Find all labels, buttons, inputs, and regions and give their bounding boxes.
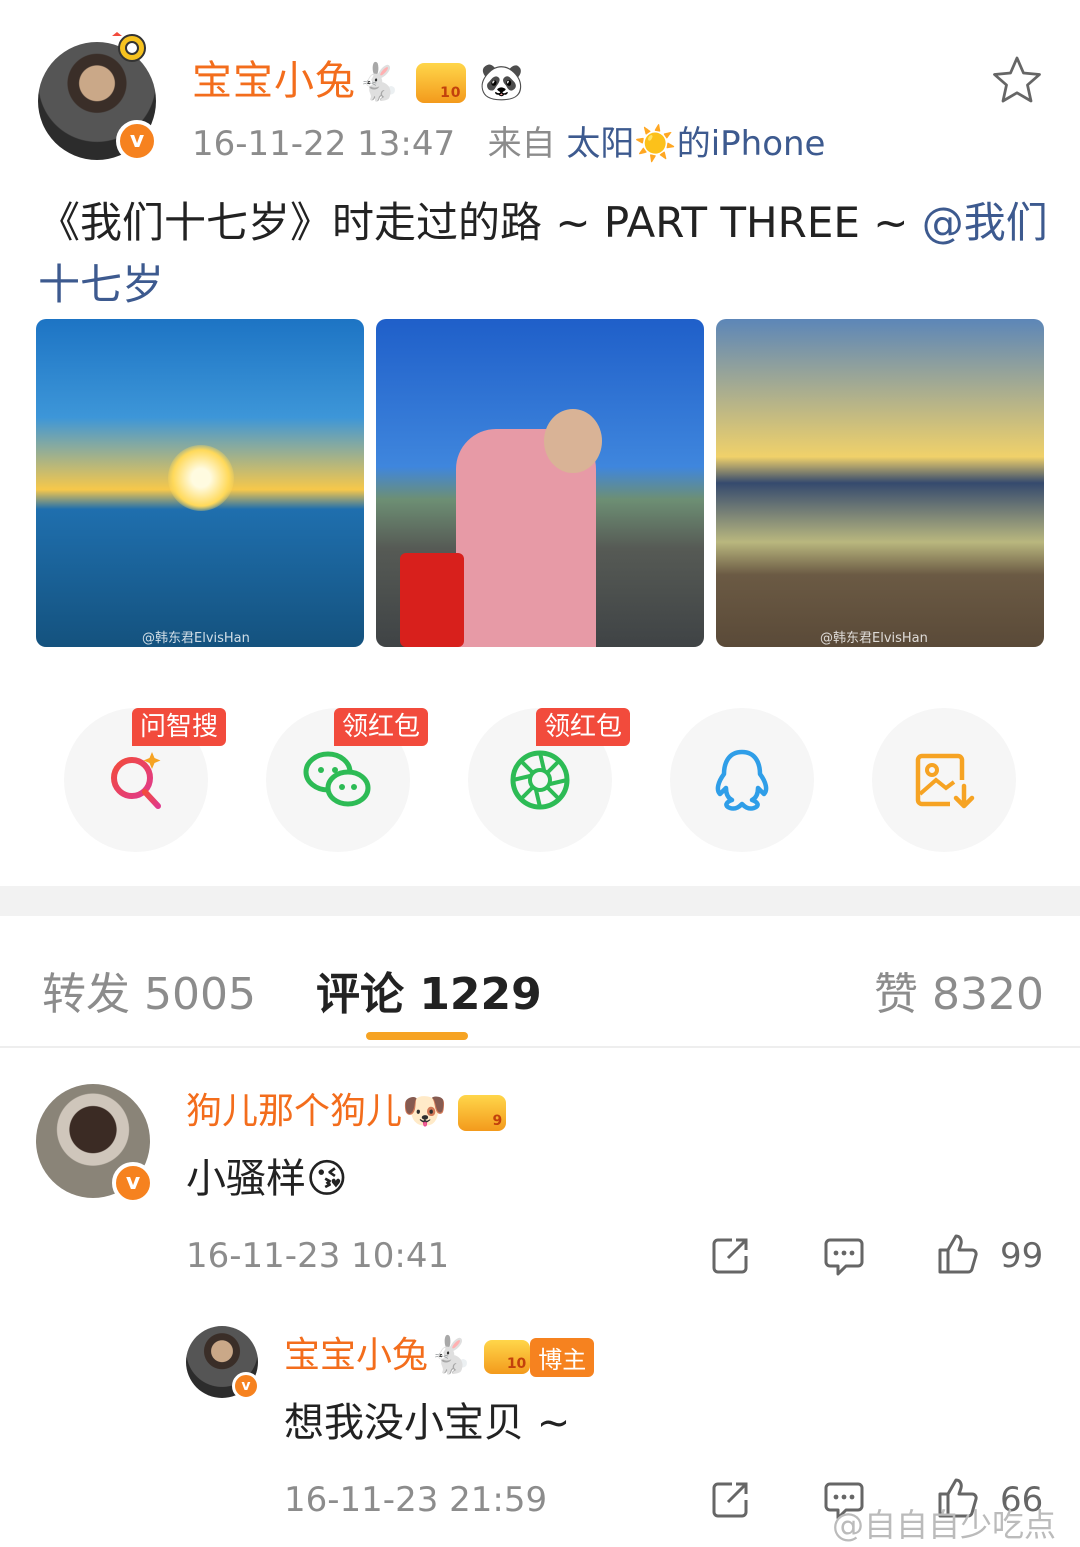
- save-image-button[interactable]: [872, 708, 1016, 852]
- share-tag: 领红包: [536, 708, 631, 746]
- post-timestamp: 16-11-22 13:47: [192, 124, 456, 164]
- moments-icon: [510, 750, 570, 810]
- image-watermark: @韩东君ElvisHan: [142, 631, 250, 646]
- active-tab-indicator: [366, 1032, 468, 1040]
- tabs-divider: [0, 1046, 1080, 1048]
- author-name-row[interactable]: 宝宝小兔🐇 10 🐼: [192, 48, 525, 106]
- tab-likes[interactable]: 赞 8320: [874, 958, 1044, 1022]
- reply-name-row[interactable]: 宝宝小兔🐇 10 博主: [284, 1326, 595, 1378]
- share-comment-icon[interactable]: [708, 1234, 752, 1278]
- reply-comment-icon[interactable]: [822, 1234, 866, 1278]
- vip-level-badge: 10: [484, 1340, 531, 1374]
- save-image-icon: [915, 753, 975, 809]
- rabbit-emoji: 🐇: [356, 62, 402, 103]
- rabbit-emoji: 🐇: [428, 1335, 473, 1376]
- share-comment-icon[interactable]: [708, 1478, 752, 1522]
- post-source[interactable]: 太阳☀️的iPhone: [566, 124, 825, 164]
- comment-text: 小骚样😘: [186, 1146, 348, 1204]
- qq-icon: [715, 749, 769, 811]
- post-meta: 16-11-22 13:47 来自 太阳☀️的iPhone: [192, 116, 825, 165]
- post-image-sunset[interactable]: @韩东君ElvisHan: [36, 319, 364, 647]
- reply-text: 想我没小宝贝 ~: [284, 1400, 571, 1446]
- tab-repost[interactable]: 转发 5005: [42, 958, 256, 1022]
- ai-search-icon: [111, 752, 161, 809]
- kiss-emoji: 😘: [306, 1156, 348, 1202]
- post-image-lake[interactable]: @韩东君ElvisHan: [716, 319, 1044, 647]
- camera-decoration-icon: [112, 32, 146, 62]
- person-head: [544, 409, 602, 473]
- post-body: 《我们十七岁》时走过的路 ~ PART THREE ~: [38, 198, 922, 247]
- favorite-star-icon[interactable]: [990, 54, 1044, 108]
- verified-badge: v: [232, 1372, 260, 1400]
- vip-level-badge: 10: [415, 63, 466, 103]
- dog-emoji: 🐶: [402, 1091, 447, 1132]
- weibo-watermark: @自自自少吃点: [832, 1506, 1057, 1544]
- commenter-name[interactable]: 狗儿那个狗儿: [186, 1091, 402, 1132]
- like-thumb-icon[interactable]: [936, 1232, 980, 1276]
- drink-can: [400, 553, 464, 647]
- commenter-name-row[interactable]: 狗儿那个狗儿🐶 9: [186, 1082, 507, 1134]
- tab-comments[interactable]: 评论 1229: [316, 958, 542, 1022]
- sun-graphic: [168, 445, 234, 511]
- source-prefix: 来自: [487, 124, 556, 164]
- comment-time: 16-11-23 10:41: [186, 1236, 450, 1276]
- like-count: 99: [1000, 1236, 1044, 1276]
- post-text: 《我们十七岁》时走过的路 ~ PART THREE ~ @我们十七岁: [38, 192, 1048, 316]
- share-tag: 问智搜: [132, 708, 227, 746]
- share-qq-button[interactable]: [670, 708, 814, 852]
- section-divider: [0, 886, 1080, 916]
- reply-author-name[interactable]: 宝宝小兔: [284, 1335, 428, 1376]
- author-name[interactable]: 宝宝小兔: [192, 58, 356, 104]
- blogger-tag: 博主: [530, 1337, 595, 1377]
- image-watermark: @韩东君ElvisHan: [820, 631, 928, 646]
- vip-level-badge: 9: [458, 1095, 507, 1131]
- post-image-person[interactable]: [376, 319, 704, 647]
- verified-badge: v: [116, 120, 158, 162]
- panda-emoji: 🐼: [479, 62, 526, 103]
- wechat-icon: [303, 751, 371, 807]
- share-tag: 领红包: [334, 708, 429, 746]
- reply-time: 16-11-23 21:59: [284, 1480, 548, 1520]
- verified-badge: v: [112, 1162, 154, 1204]
- comment-body: 小骚样: [186, 1156, 306, 1202]
